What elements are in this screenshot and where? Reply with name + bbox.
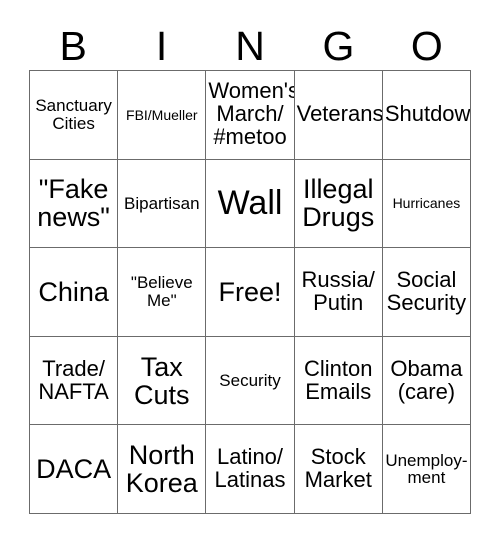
bingo-grid: Sanctuary Cities FBI/Mueller Women's Mar… — [29, 70, 472, 514]
bingo-header-letter-o: O — [410, 22, 443, 69]
bingo-row: China "Believe Me" Free! Russia/ Putin S… — [30, 248, 472, 337]
bingo-cell-label: Social Security — [386, 267, 467, 315]
bingo-cell-n5[interactable]: Latino/ Latinas — [206, 425, 295, 514]
bingo-cell-label: Illegal Drugs — [302, 174, 375, 233]
bingo-cell-o5[interactable]: Unemploy- ment — [382, 425, 472, 514]
bingo-header-letter-i: I — [155, 22, 168, 69]
bingo-cell-label: Free! — [218, 276, 282, 307]
bingo-cell-label: "Believe Me" — [130, 273, 193, 310]
bingo-cell-i5[interactable]: North Korea — [118, 425, 207, 514]
bingo-cell-b1[interactable]: Sanctuary Cities — [30, 71, 119, 160]
bingo-cell-label: Unemploy- ment — [385, 450, 468, 488]
bingo-card: B I N G O Sanctuary Cities FBI/Mueller W… — [0, 0, 500, 544]
bingo-cell-n2[interactable]: Wall — [206, 159, 295, 249]
bingo-cell-label: Tax Cuts — [134, 351, 190, 410]
bingo-cell-label: "Fake news" — [37, 174, 110, 233]
bingo-cell-label: Security — [219, 370, 281, 390]
bingo-cell-n1[interactable]: Women's March/ #metoo — [206, 71, 295, 160]
bingo-cell-n4[interactable]: Security — [206, 336, 295, 426]
bingo-cell-b5[interactable]: DACA — [30, 425, 119, 514]
bingo-cell-g3[interactable]: Russia/ Putin — [294, 248, 383, 337]
bingo-cell-label: Clinton Emails — [303, 355, 373, 404]
bingo-cell-g5[interactable]: Stock Market — [294, 425, 383, 514]
bingo-cell-b3[interactable]: China — [30, 248, 119, 337]
bingo-cell-g1[interactable]: Veterans — [294, 71, 383, 160]
bingo-header-letter-g: G — [322, 22, 355, 69]
bingo-cell-label: Obama (care) — [390, 355, 463, 404]
bingo-cell-label: Hurricanes — [392, 195, 461, 212]
bingo-cell-label: FBI/Mueller — [126, 106, 198, 123]
bingo-cell-label: Wall — [217, 183, 283, 222]
bingo-row: "Fake news" Bipartisan Wall Illegal Drug… — [30, 159, 472, 249]
bingo-cell-o4[interactable]: Obama (care) — [382, 336, 472, 426]
bingo-cell-label: Women's March/ #metoo — [208, 78, 295, 150]
bingo-cell-label: North Korea — [125, 440, 198, 499]
bingo-cell-i4[interactable]: Tax Cuts — [118, 336, 207, 426]
bingo-cell-b4[interactable]: Trade/ NAFTA — [30, 336, 119, 426]
bingo-cell-b2[interactable]: "Fake news" — [30, 159, 119, 249]
bingo-cell-g4[interactable]: Clinton Emails — [294, 336, 383, 426]
bingo-row: DACA North Korea Latino/ Latinas Stock M… — [30, 425, 472, 514]
bingo-cell-label: Veterans — [296, 101, 383, 127]
bingo-cell-label: Russia/ Putin — [301, 267, 375, 315]
bingo-cell-label: Bipartisan — [124, 193, 200, 213]
bingo-header-letter-n: N — [235, 22, 265, 69]
bingo-cell-g2[interactable]: Illegal Drugs — [294, 159, 383, 249]
bingo-cell-o1[interactable]: Shutdown — [382, 71, 472, 160]
bingo-cell-label: Sanctuary Cities — [35, 96, 112, 133]
bingo-cell-label: Latino/ Latinas — [214, 444, 286, 493]
bingo-cell-label: Shutdown — [384, 101, 471, 127]
bingo-cell-label: Stock Market — [304, 444, 372, 493]
bingo-header-row: B I N G O — [29, 22, 471, 70]
bingo-cell-i3[interactable]: "Believe Me" — [118, 248, 207, 337]
bingo-cell-i1[interactable]: FBI/Mueller — [118, 71, 207, 160]
bingo-row: Trade/ NAFTA Tax Cuts Security Clinton E… — [30, 336, 472, 426]
bingo-row: Sanctuary Cities FBI/Mueller Women's Mar… — [30, 71, 472, 160]
bingo-cell-label: China — [38, 276, 109, 307]
bingo-cell-o3[interactable]: Social Security — [382, 248, 472, 337]
bingo-header-letter-b: B — [59, 22, 87, 69]
bingo-cell-i2[interactable]: Bipartisan — [118, 159, 207, 249]
bingo-cell-label: Trade/ NAFTA — [38, 355, 109, 404]
bingo-cell-label: DACA — [36, 454, 112, 485]
bingo-cell-o2[interactable]: Hurricanes — [382, 159, 472, 249]
bingo-cell-n3[interactable]: Free! — [206, 248, 295, 337]
